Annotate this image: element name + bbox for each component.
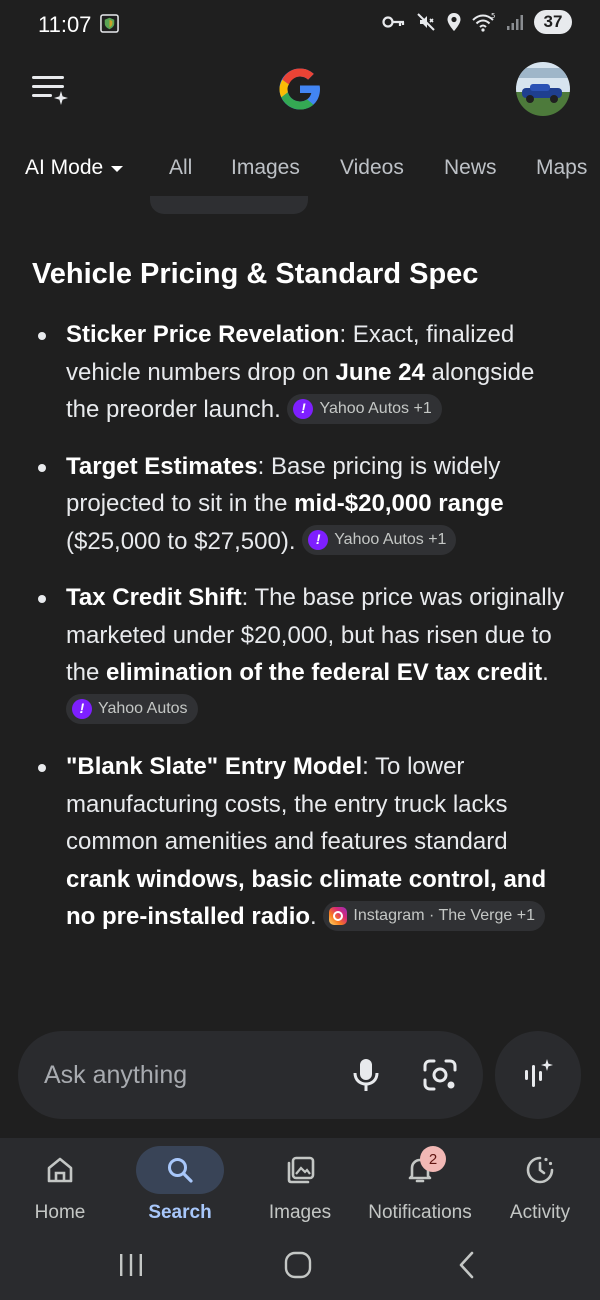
mute-icon <box>417 13 435 31</box>
status-bar: 11:07 5 37 <box>0 0 600 48</box>
nav-search[interactable]: Search <box>120 1138 240 1238</box>
search-icon <box>168 1158 193 1183</box>
sparkle-waveform-icon <box>525 1059 553 1087</box>
home-button-icon[interactable] <box>283 1250 313 1280</box>
source-label: Yahoo Autos <box>98 700 188 718</box>
nav-label: Search <box>148 1202 212 1223</box>
nav-icon-wrap <box>136 1146 224 1194</box>
search-tabs: AI Mode All Images Videos News Maps <box>0 146 600 192</box>
wifi-icon: 5 <box>472 12 495 32</box>
list-item: Tax Credit Shift: The base price was ori… <box>0 579 600 729</box>
section-title: Vehicle Pricing & Standard Spec <box>32 258 479 290</box>
signal-icon <box>507 15 523 30</box>
bottom-nav: Home Search Images Notifications Activit… <box>0 1138 600 1238</box>
source-chip[interactable]: Instagram · The Verge +1 <box>323 900 545 931</box>
notification-badge: 2 <box>420 1146 446 1172</box>
tab-label: AI Mode <box>25 156 104 179</box>
yahoo-icon: ! <box>72 699 92 720</box>
tab-images[interactable]: Images <box>231 156 300 180</box>
bullet-heading: Sticker Price Revelation <box>66 321 340 348</box>
list-item: Target Estimates: Base pricing is widely… <box>0 448 600 561</box>
shield-icon <box>100 14 119 33</box>
tab-ai-mode[interactable]: AI Mode <box>25 156 124 180</box>
nav-icon-wrap <box>256 1146 344 1194</box>
google-logo[interactable] <box>276 65 324 113</box>
nav-label: Home <box>34 1202 86 1223</box>
nav-icon-wrap <box>496 1146 584 1194</box>
yahoo-icon: ! <box>293 398 314 419</box>
bullet-bold: elimination of the federal EV tax credit <box>106 659 543 686</box>
source-chip[interactable]: ! Yahoo Autos +1 <box>287 393 442 424</box>
svg-text:5: 5 <box>491 12 495 20</box>
menu-sparkle-icon[interactable] <box>30 72 70 108</box>
source-label: Instagram · The Verge +1 <box>353 906 535 924</box>
status-icons: 5 37 <box>382 10 572 34</box>
bullet-bold: June 24 <box>335 358 425 386</box>
nav-label: Images <box>268 1202 332 1223</box>
battery-indicator: 37 <box>534 10 572 34</box>
scrolled-chip <box>150 196 308 214</box>
source-chip[interactable]: ! Yahoo Autos +1 <box>302 525 457 556</box>
status-time: 11:07 <box>38 12 92 37</box>
nav-label: Notifications <box>368 1202 472 1223</box>
search-input[interactable]: Ask anything <box>44 1061 187 1090</box>
images-icon <box>287 1156 315 1184</box>
mic-icon[interactable] <box>350 1057 382 1093</box>
bullet-heading: Target Estimates <box>66 452 258 480</box>
source-label: Yahoo Autos +1 <box>319 399 432 417</box>
bullet-text: . <box>542 659 549 686</box>
nav-label: Activity <box>509 1202 571 1223</box>
yahoo-icon: ! <box>308 530 329 551</box>
ai-live-button[interactable] <box>495 1031 581 1119</box>
bullet-text: . <box>310 903 317 930</box>
nav-home[interactable]: Home <box>0 1138 120 1238</box>
system-nav-bar <box>0 1238 600 1300</box>
nav-activity[interactable]: Activity <box>480 1138 600 1238</box>
bullet-heading: Tax Credit Shift <box>66 584 242 611</box>
recents-icon[interactable] <box>116 1250 146 1280</box>
source-chip[interactable]: ! Yahoo Autos <box>66 694 198 725</box>
bullet-text: ($25,000 to $27,500). <box>66 527 296 555</box>
list-item: "Blank Slate" Entry Model: To lower manu… <box>0 748 600 936</box>
back-icon[interactable] <box>452 1250 482 1280</box>
screen: 11:07 5 37 AI Mode All Images Videos New… <box>0 0 600 1300</box>
nav-icon-wrap <box>16 1146 104 1194</box>
tab-videos[interactable]: Videos <box>340 156 404 180</box>
key-icon <box>382 16 405 28</box>
bullet-heading: "Blank Slate" Entry Model <box>66 753 363 780</box>
tab-all[interactable]: All <box>169 156 192 180</box>
home-icon <box>47 1157 73 1183</box>
activity-icon <box>526 1156 554 1184</box>
nav-images[interactable]: Images <box>240 1138 360 1238</box>
location-icon <box>447 13 461 31</box>
bullet-bold: mid-$20,000 range <box>294 490 504 517</box>
tab-news[interactable]: News <box>444 156 497 180</box>
bullet-list: Sticker Price Revelation: Exact, finaliz… <box>0 316 600 955</box>
lens-icon[interactable] <box>422 1058 458 1092</box>
tab-maps[interactable]: Maps <box>536 156 587 180</box>
list-item: Sticker Price Revelation: Exact, finaliz… <box>0 316 600 429</box>
source-label: Yahoo Autos +1 <box>334 531 447 549</box>
avatar[interactable] <box>516 62 570 116</box>
ask-bar[interactable]: Ask anything <box>18 1031 483 1119</box>
instagram-icon <box>329 906 348 925</box>
chevron-down-icon <box>111 166 124 172</box>
